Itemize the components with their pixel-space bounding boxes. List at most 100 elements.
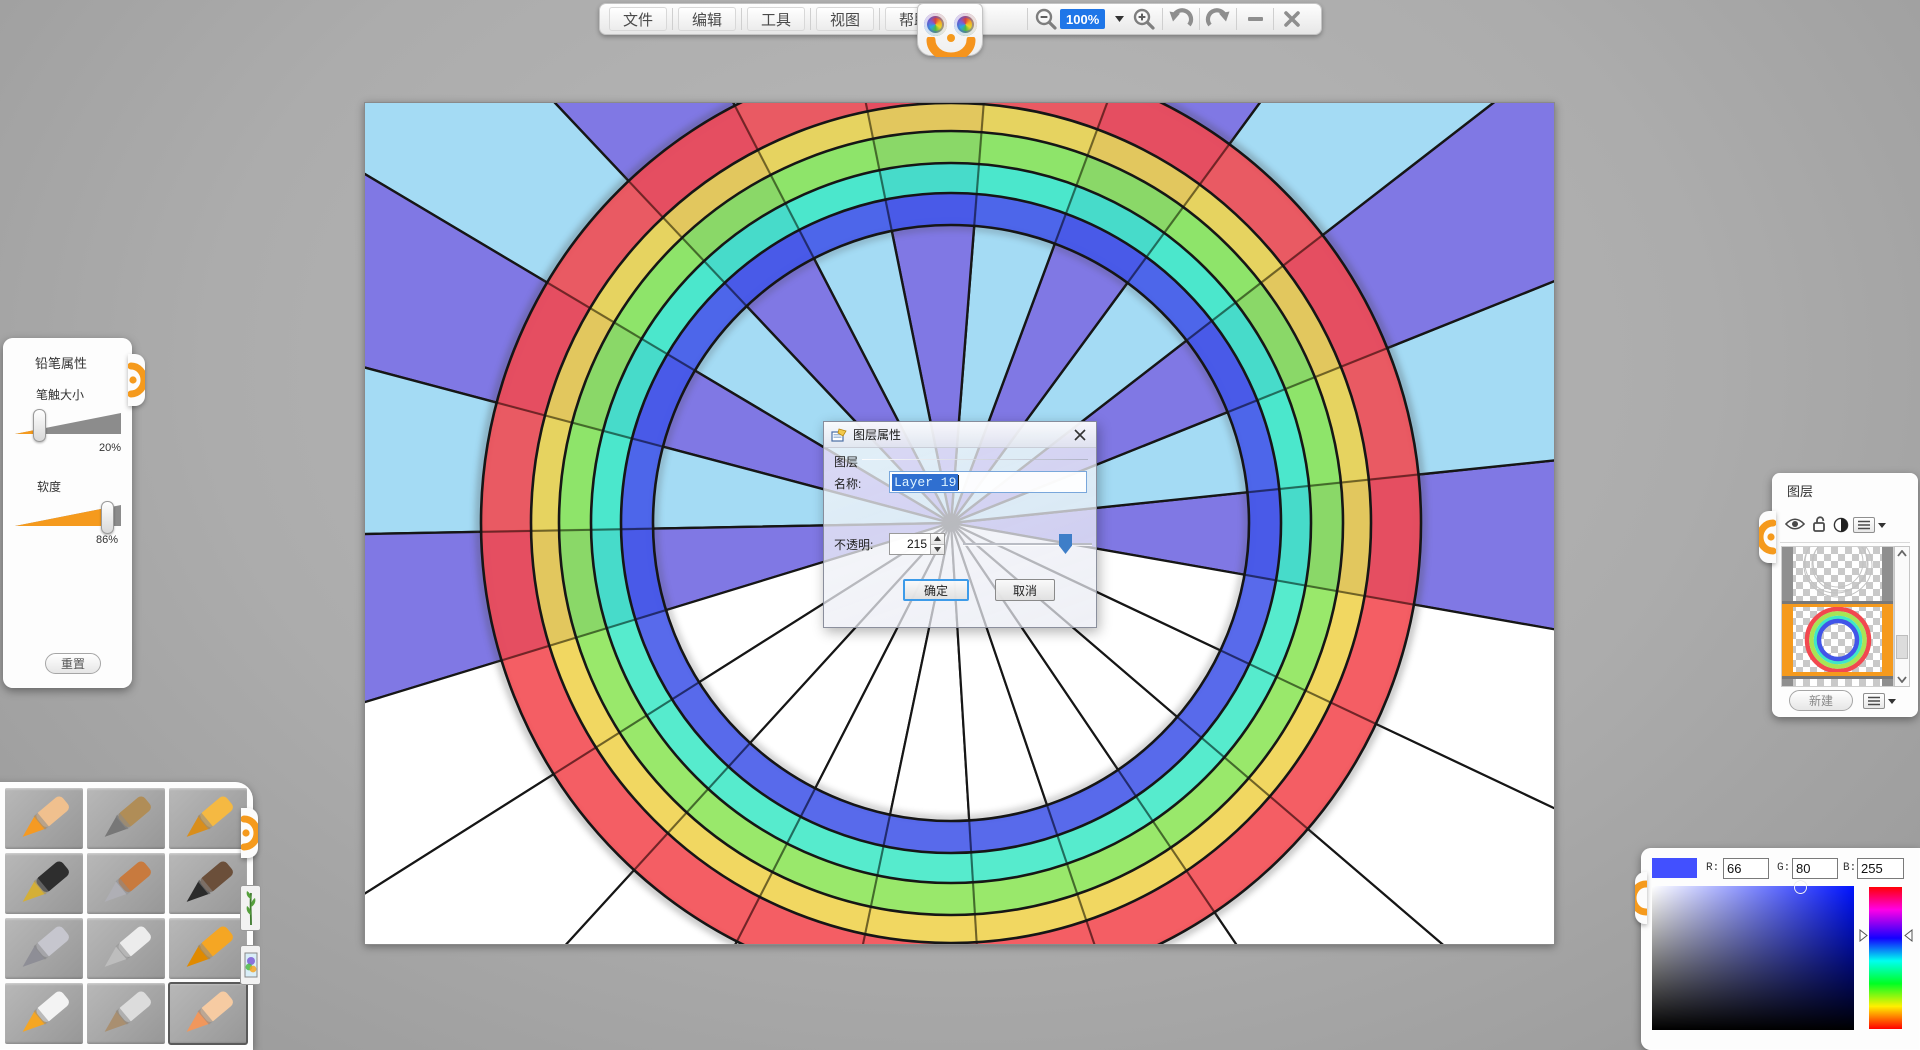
tool-spatula[interactable] [87,983,165,1044]
layer-name-input[interactable]: Layer 19 [889,471,1087,493]
menu-divider [741,8,742,30]
selected-layer-bar [1782,672,1893,676]
layers-drawer-handle[interactable] [1759,511,1776,563]
layer-lock-icon[interactable] [1812,515,1827,532]
layer-frame-bar [1882,547,1893,601]
hue-marker-left-icon[interactable] [1859,929,1868,942]
spin-up-button[interactable] [931,534,944,544]
menu-item-文件[interactable]: 文件 [609,7,667,31]
toolbar-divider [1027,8,1028,30]
menu-divider [672,8,673,30]
layer-list [1781,546,1894,687]
brush-size-label: 笔触大小 [36,386,84,403]
layer-item-sketch[interactable] [1782,547,1893,601]
close-button[interactable] [1278,6,1306,32]
toolbar-divider [1199,8,1200,30]
color-picker-panel: R: G: B: [1641,848,1920,1050]
layer-visibility-icon[interactable] [1785,517,1805,531]
logo-smile-icon [924,37,978,57]
app-logo[interactable] [917,3,983,56]
opacity-value: 215 [890,537,930,551]
red-input[interactable] [1723,858,1769,879]
zoom-in-button[interactable] [1130,6,1158,32]
redo-button[interactable] [1204,6,1232,32]
menu-item-工具[interactable]: 工具 [747,7,805,31]
sv-gradient-black [1652,886,1854,1030]
layers-bottom-menu-button[interactable] [1863,693,1896,709]
brush-size-value: 20% [91,442,121,454]
toolbar-divider [1162,8,1163,30]
spin-down-button[interactable] [931,544,944,555]
hamburger-icon [1853,517,1875,533]
caret-down-icon [1878,523,1886,528]
cancel-button[interactable]: 取消 [995,579,1055,601]
opacity-slider[interactable] [963,534,1092,554]
blue-input[interactable] [1857,858,1904,879]
current-color-swatch [1652,858,1697,878]
minimize-button[interactable] [1241,6,1269,32]
softness-label: 软度 [37,478,61,495]
layer-frame-bar [1882,679,1893,687]
dialog-titlebar[interactable]: 图层属性 [824,422,1096,448]
opacity-slider-marker[interactable] [1059,534,1072,554]
zoom-level-badge[interactable]: 100% [1060,9,1105,29]
tool-ink-brush[interactable] [169,853,247,914]
picture-stamp-tab[interactable] [240,945,261,985]
menu-bar: 文件编辑工具视图帮助 [608,7,944,31]
tool-charcoal-pencil[interactable] [87,788,165,849]
selected-layer-bar [1882,604,1893,676]
tool-eraser[interactable] [169,983,247,1044]
app-root: { "theme": { "accent_orange": "#F59A1D",… [0,0,1920,1050]
green-input[interactable] [1792,858,1838,879]
layer-name-selected-text: Layer 19 [892,474,958,491]
layer-dialog-icon [831,428,847,442]
scrollbar-thumb[interactable] [1896,635,1908,659]
sv-cursor-icon[interactable] [1794,881,1807,894]
softness-value: 86% [88,534,118,546]
hue-strip[interactable] [1869,887,1902,1029]
tool-palette-knife[interactable] [87,918,165,979]
tool-paint-roller[interactable] [169,918,247,979]
toolbar-divider [1236,8,1237,30]
tool-paint-tube[interactable] [5,983,83,1044]
opacity-slider-track [963,543,1092,545]
blue-label: B: [1843,862,1856,874]
softness-handle[interactable] [101,501,114,534]
menu-item-编辑[interactable]: 编辑 [678,7,736,31]
layer-item-rainbow-ring[interactable] [1782,604,1893,676]
palette-drawer-handle[interactable] [241,808,258,858]
menu-item-视图[interactable]: 视图 [816,7,874,31]
paint-roller-icon [177,925,239,973]
dialog-title: 图层属性 [853,426,1071,443]
layer-blend-icon[interactable] [1833,517,1849,533]
scroll-down-icon[interactable] [1897,676,1907,683]
tool-pencil[interactable] [5,788,83,849]
tool-fountain-pen[interactable] [5,853,83,914]
tool-flat-brush[interactable] [87,853,165,914]
layer-item-partial[interactable] [1782,679,1893,687]
pencil-properties-panel: 铅笔属性 笔触大小 20% 软度 86% 重置 [3,338,132,688]
hue-marker-right-icon[interactable] [1904,929,1913,942]
fountain-pen-icon [13,860,75,908]
toolbar-divider [1273,8,1274,30]
panel-drawer-handle[interactable] [128,354,145,406]
zoom-out-button[interactable] [1032,6,1060,32]
dialog-close-icon[interactable] [1071,426,1089,444]
tool-crayon[interactable] [169,788,247,849]
zoom-dropdown-caret[interactable] [1115,16,1124,22]
saturation-value-square[interactable] [1652,886,1854,1030]
scroll-up-icon[interactable] [1897,550,1907,557]
reset-button[interactable]: 重置 [45,653,101,674]
opacity-spinbox[interactable]: 215 [889,533,945,555]
layers-menu-button[interactable] [1853,517,1886,533]
layers-scrollbar[interactable] [1894,546,1910,687]
brush-size-handle[interactable] [33,409,46,442]
color-drawer-handle[interactable] [1635,872,1647,924]
ok-button[interactable]: 确定 [903,579,969,601]
selected-layer-bar [1782,604,1793,676]
plant-stamp-tab[interactable] [240,885,261,931]
new-layer-button[interactable]: 新建 [1789,690,1853,711]
tool-airbrush[interactable] [5,918,83,979]
undo-button[interactable] [1167,6,1195,32]
picture-icon [244,949,258,981]
